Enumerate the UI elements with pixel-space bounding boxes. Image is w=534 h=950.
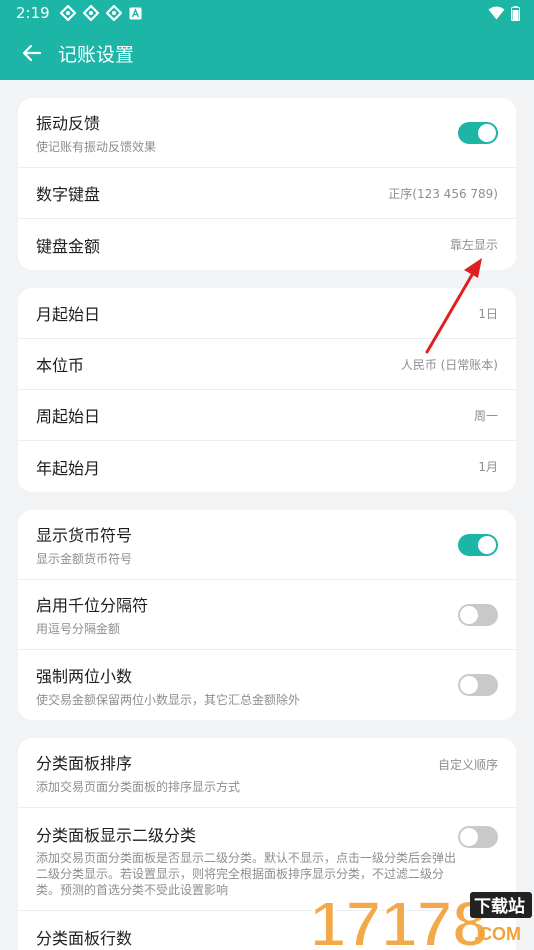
secondary-category-toggle[interactable] (458, 826, 498, 848)
setting-label: 分类面板排序 (36, 754, 133, 773)
watermark-number: 17178 (310, 888, 488, 950)
notification-icons (59, 5, 142, 21)
setting-label: 强制两位小数 (36, 666, 133, 686)
setting-label: 周起始日 (36, 407, 101, 426)
watermark-badge: 下载站 (474, 896, 525, 917)
battery-icon (511, 5, 520, 21)
setting-description: 用逗号分隔金额 (36, 622, 121, 636)
setting-month-start-day[interactable]: 月起始日 1日 (18, 288, 516, 339)
setting-numeric-keyboard[interactable]: 数字键盘 正序(123 456 789) (18, 168, 516, 219)
back-button[interactable] (16, 37, 48, 69)
setting-week-start-day[interactable]: 周起始日 周一 (18, 390, 516, 441)
font-notification-icon (129, 7, 142, 19)
setting-label: 分类面板显示二级分类 (36, 826, 197, 845)
setting-label: 数字键盘 (36, 185, 101, 204)
setting-keyboard-amount[interactable]: 键盘金额 靠左显示 (18, 219, 516, 270)
setting-label: 键盘金额 (36, 236, 101, 256)
app-bar: 记账设置 (0, 26, 534, 80)
setting-value: 1日 (478, 306, 498, 321)
setting-thousand-separator[interactable]: 启用千位分隔符 用逗号分隔金额 (18, 580, 516, 650)
setting-label: 振动反馈 (36, 114, 101, 133)
status-time: 2:19 (16, 4, 50, 22)
settings-card-keyboard: 振动反馈 使记账有振动反馈效果 数字键盘 正序(123 456 789) 键盘金… (18, 98, 516, 270)
setting-label: 启用千位分隔符 (36, 596, 149, 615)
setting-show-currency-symbol[interactable]: 显示货币符号 显示金额货币符号 (18, 510, 516, 580)
setting-year-start-month[interactable]: 年起始月 1月 (18, 441, 516, 492)
setting-label: 分类面板行数 (36, 929, 133, 948)
vibration-toggle[interactable] (458, 121, 498, 144)
setting-value: 正序(123 456 789) (388, 186, 498, 201)
watermark-logo: 17178 下载站 .COM (309, 888, 532, 950)
app-notification-icon (82, 5, 99, 21)
arrow-left-icon (22, 44, 42, 62)
setting-vibration-feedback[interactable]: 振动反馈 使记账有振动反馈效果 (18, 98, 516, 168)
settings-card-period: 月起始日 1日 本位币 人民币 (日常账本) 周起始日 周一 年起始月 1月 (18, 288, 516, 492)
setting-value: 自定义顺序 (437, 758, 498, 772)
setting-value: 周一 (473, 408, 498, 423)
app-notification-icon (59, 5, 76, 21)
settings-card-amount-display: 显示货币符号 显示金额货币符号 启用千位分隔符 用逗号分隔金额 强制两位小数 使… (18, 510, 516, 720)
setting-value: 1月 (478, 460, 498, 474)
setting-description: 使记账有振动反馈效果 (36, 140, 157, 154)
status-right (488, 5, 520, 21)
setting-description: 显示金额货币符号 (36, 552, 133, 566)
watermark-domain: .COM (474, 924, 521, 944)
two-decimals-toggle[interactable] (458, 674, 498, 696)
status-bar: 2:19 (0, 0, 534, 26)
setting-label: 显示货币符号 (36, 526, 133, 545)
setting-category-panel-sort[interactable]: 分类面板排序 添加交易页面分类面板的排序显示方式 自定义顺序 (18, 738, 516, 808)
setting-description: 添加交易页面分类面板的排序显示方式 (36, 780, 241, 794)
setting-label: 本位币 (36, 356, 85, 375)
setting-description: 使交易金额保留两位小数显示，其它汇总金额除外 (36, 692, 301, 707)
thousand-separator-toggle[interactable] (458, 603, 498, 626)
settings-list: 振动反馈 使记账有振动反馈效果 数字键盘 正序(123 456 789) 键盘金… (0, 80, 534, 950)
setting-force-two-decimals[interactable]: 强制两位小数 使交易金额保留两位小数显示，其它汇总金额除外 (18, 650, 516, 720)
wifi-icon (488, 6, 505, 20)
page-title: 记账设置 (58, 43, 135, 66)
setting-label: 年起始月 (36, 458, 101, 478)
setting-base-currency[interactable]: 本位币 人民币 (日常账本) (18, 339, 516, 390)
currency-symbol-toggle[interactable] (458, 533, 498, 556)
app-notification-icon (105, 5, 122, 21)
setting-value: 人民币 (日常账本) (400, 357, 498, 372)
setting-value: 靠左显示 (449, 238, 498, 252)
setting-label: 月起始日 (36, 305, 101, 324)
